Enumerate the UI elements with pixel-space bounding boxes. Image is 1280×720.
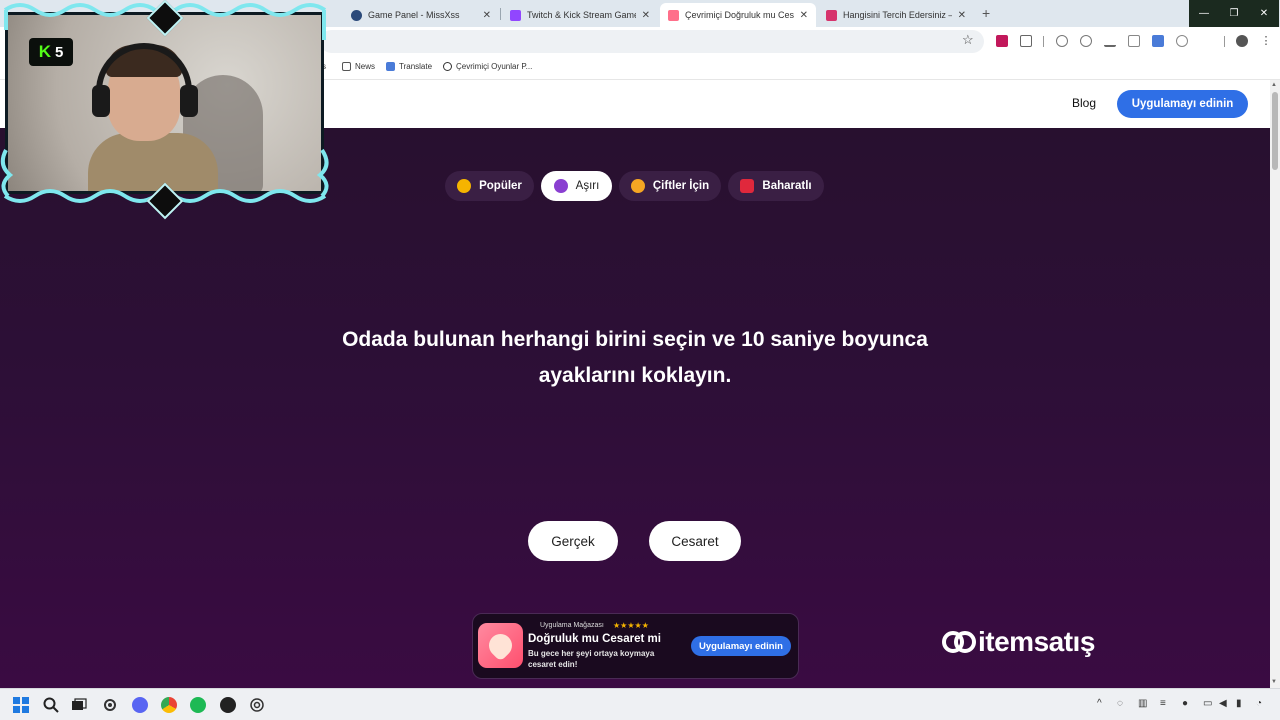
category-label: Aşırı (575, 180, 600, 192)
category-label: Popüler (479, 180, 522, 192)
tab-truth-or-dare[interactable]: Çevrimiçi Doğruluk mu Cesaret ✕ (660, 3, 816, 27)
twitch-favicon-icon (510, 9, 521, 21)
tab-label: Çevrimiçi Doğruluk mu Cesaret (685, 10, 794, 20)
scroll-up-icon[interactable]: ▲ (1271, 82, 1277, 88)
rating-stars: ★★★★★ (613, 621, 649, 630)
tab-label: Game Panel - MissXss (368, 10, 460, 20)
close-icon[interactable]: ✕ (642, 10, 650, 21)
category-extreme[interactable]: Aşırı (541, 171, 612, 201)
toolbar-divider (1224, 36, 1225, 47)
kissing-face-icon (630, 179, 645, 193)
scroll-down-icon[interactable]: ▼ (1271, 679, 1277, 685)
app-icon (478, 623, 523, 668)
bookmark-label: Translate (399, 62, 433, 71)
menu-kebab-icon[interactable]: ⋮ (1260, 35, 1272, 47)
discord-icon[interactable] (132, 697, 148, 713)
trash-icon[interactable] (1128, 35, 1140, 47)
tray-chevron-icon[interactable]: ^ (1097, 698, 1102, 709)
app-get-button[interactable]: Uygulamayı edinin (691, 636, 791, 656)
microphone-icon[interactable]: ● (1182, 698, 1188, 709)
close-icon[interactable]: ✕ (958, 10, 966, 21)
tab-game-panel[interactable]: Game Panel - MissXss ✕ (343, 3, 499, 27)
history-icon[interactable] (1080, 35, 1092, 47)
link-icon[interactable] (1176, 35, 1188, 47)
app-description: Bu gece her şeyi ortaya koymaya cesaret … (528, 649, 655, 669)
new-tab-button[interactable]: + (982, 5, 990, 21)
notification-bell-icon[interactable]: ◔ (1256, 698, 1262, 709)
devil-face-icon (553, 179, 568, 193)
bookmark-label: Çevrimiçi Oyunlar P... (456, 62, 533, 71)
nav-blog-link[interactable]: Blog (1072, 96, 1096, 110)
tray-audio-app-icon[interactable]: ▥ (1138, 698, 1147, 709)
tab-would-you-rather[interactable]: Hangisini Tercih Edersiniz — H ✕ (818, 3, 974, 27)
toolbar-divider (1043, 36, 1044, 47)
extension-icon[interactable] (996, 35, 1008, 47)
bookmark-news[interactable]: News (342, 62, 375, 71)
get-app-button[interactable]: Uygulamayı edinin (1117, 90, 1248, 118)
dare-button[interactable]: Cesaret (649, 521, 741, 561)
tab-stream-games[interactable]: Twitch & Kick Stream Games ✕ (502, 3, 658, 27)
scrollbar-thumb[interactable] (1272, 92, 1278, 170)
tab-search-icon[interactable] (1056, 35, 1068, 47)
search-icon[interactable] (43, 697, 59, 713)
question-text: Odada bulunan herhangi birini seçin ve 1… (342, 328, 928, 387)
translate-icon (386, 62, 395, 71)
itemsatis-watermark: itemsatış (942, 626, 1095, 658)
close-icon[interactable]: ✕ (483, 10, 491, 21)
chrome-icon[interactable] (161, 697, 177, 713)
category-couples[interactable]: Çiftler İçin (619, 171, 721, 201)
game-circle-icon (443, 62, 452, 71)
lips-icon (740, 179, 755, 193)
itemsatis-logo-icon (942, 629, 976, 655)
tray-app-icon[interactable]: ◌ (1117, 698, 1123, 709)
minimize-icon[interactable]: — (1189, 0, 1219, 27)
heart-icon (484, 629, 517, 662)
spotify-icon[interactable] (190, 697, 206, 713)
bookmark-star-icon[interactable]: ☆ (962, 32, 974, 48)
party-face-icon (457, 179, 472, 193)
scrollbar[interactable] (1270, 80, 1280, 688)
category-spicy[interactable]: Baharatlı (728, 171, 824, 201)
game-panel-favicon-icon (351, 9, 362, 21)
translate-icon[interactable] (1152, 35, 1164, 47)
settings-gear-icon[interactable] (102, 697, 118, 713)
bookmark-online-games[interactable]: Çevrimiçi Oyunlar P... (443, 62, 532, 71)
category-label: Çiftler İçin (652, 180, 710, 192)
folder-icon (342, 62, 351, 71)
network-icon[interactable]: ▭ (1203, 698, 1212, 709)
bookmark-label: News (355, 62, 376, 71)
battery-icon[interactable]: ▮ (1236, 698, 1242, 709)
volume-icon[interactable]: ◀ (1219, 698, 1227, 709)
obs-icon[interactable] (220, 697, 236, 713)
tray-sliders-icon[interactable]: ≡ (1160, 698, 1166, 709)
category-popular[interactable]: Popüler (445, 171, 534, 201)
puzzle-icon[interactable] (1020, 35, 1032, 47)
watermark-text: itemsatış (978, 626, 1095, 657)
would-you-rather-favicon-icon (826, 9, 837, 21)
devtools-icon[interactable] (1200, 35, 1212, 47)
truth-button[interactable]: Gerçek (528, 521, 618, 561)
settings-icon[interactable] (249, 697, 265, 713)
app-store-label: Uygulama Mağazası (540, 622, 604, 629)
category-label: Baharatlı (762, 180, 812, 192)
tab-divider (500, 8, 501, 20)
bookmark-translate[interactable]: Translate (386, 62, 432, 71)
heart-favicon-icon (668, 9, 679, 21)
tab-label: Twitch & Kick Stream Games (527, 10, 636, 20)
close-icon[interactable]: ✕ (800, 10, 808, 21)
windows-start-icon[interactable] (13, 697, 29, 713)
address-bar[interactable] (320, 30, 984, 53)
profile-avatar[interactable] (1236, 35, 1248, 47)
download-icon[interactable] (1104, 35, 1116, 47)
task-view-icon[interactable] (71, 697, 87, 713)
maximize-icon[interactable]: ❐ (1219, 0, 1249, 27)
tab-label: Hangisini Tercih Edersiniz — H (843, 10, 952, 20)
window-close-icon[interactable]: ✕ (1249, 0, 1279, 27)
app-title: Doğruluk mu Cesaret mi (528, 633, 661, 645)
